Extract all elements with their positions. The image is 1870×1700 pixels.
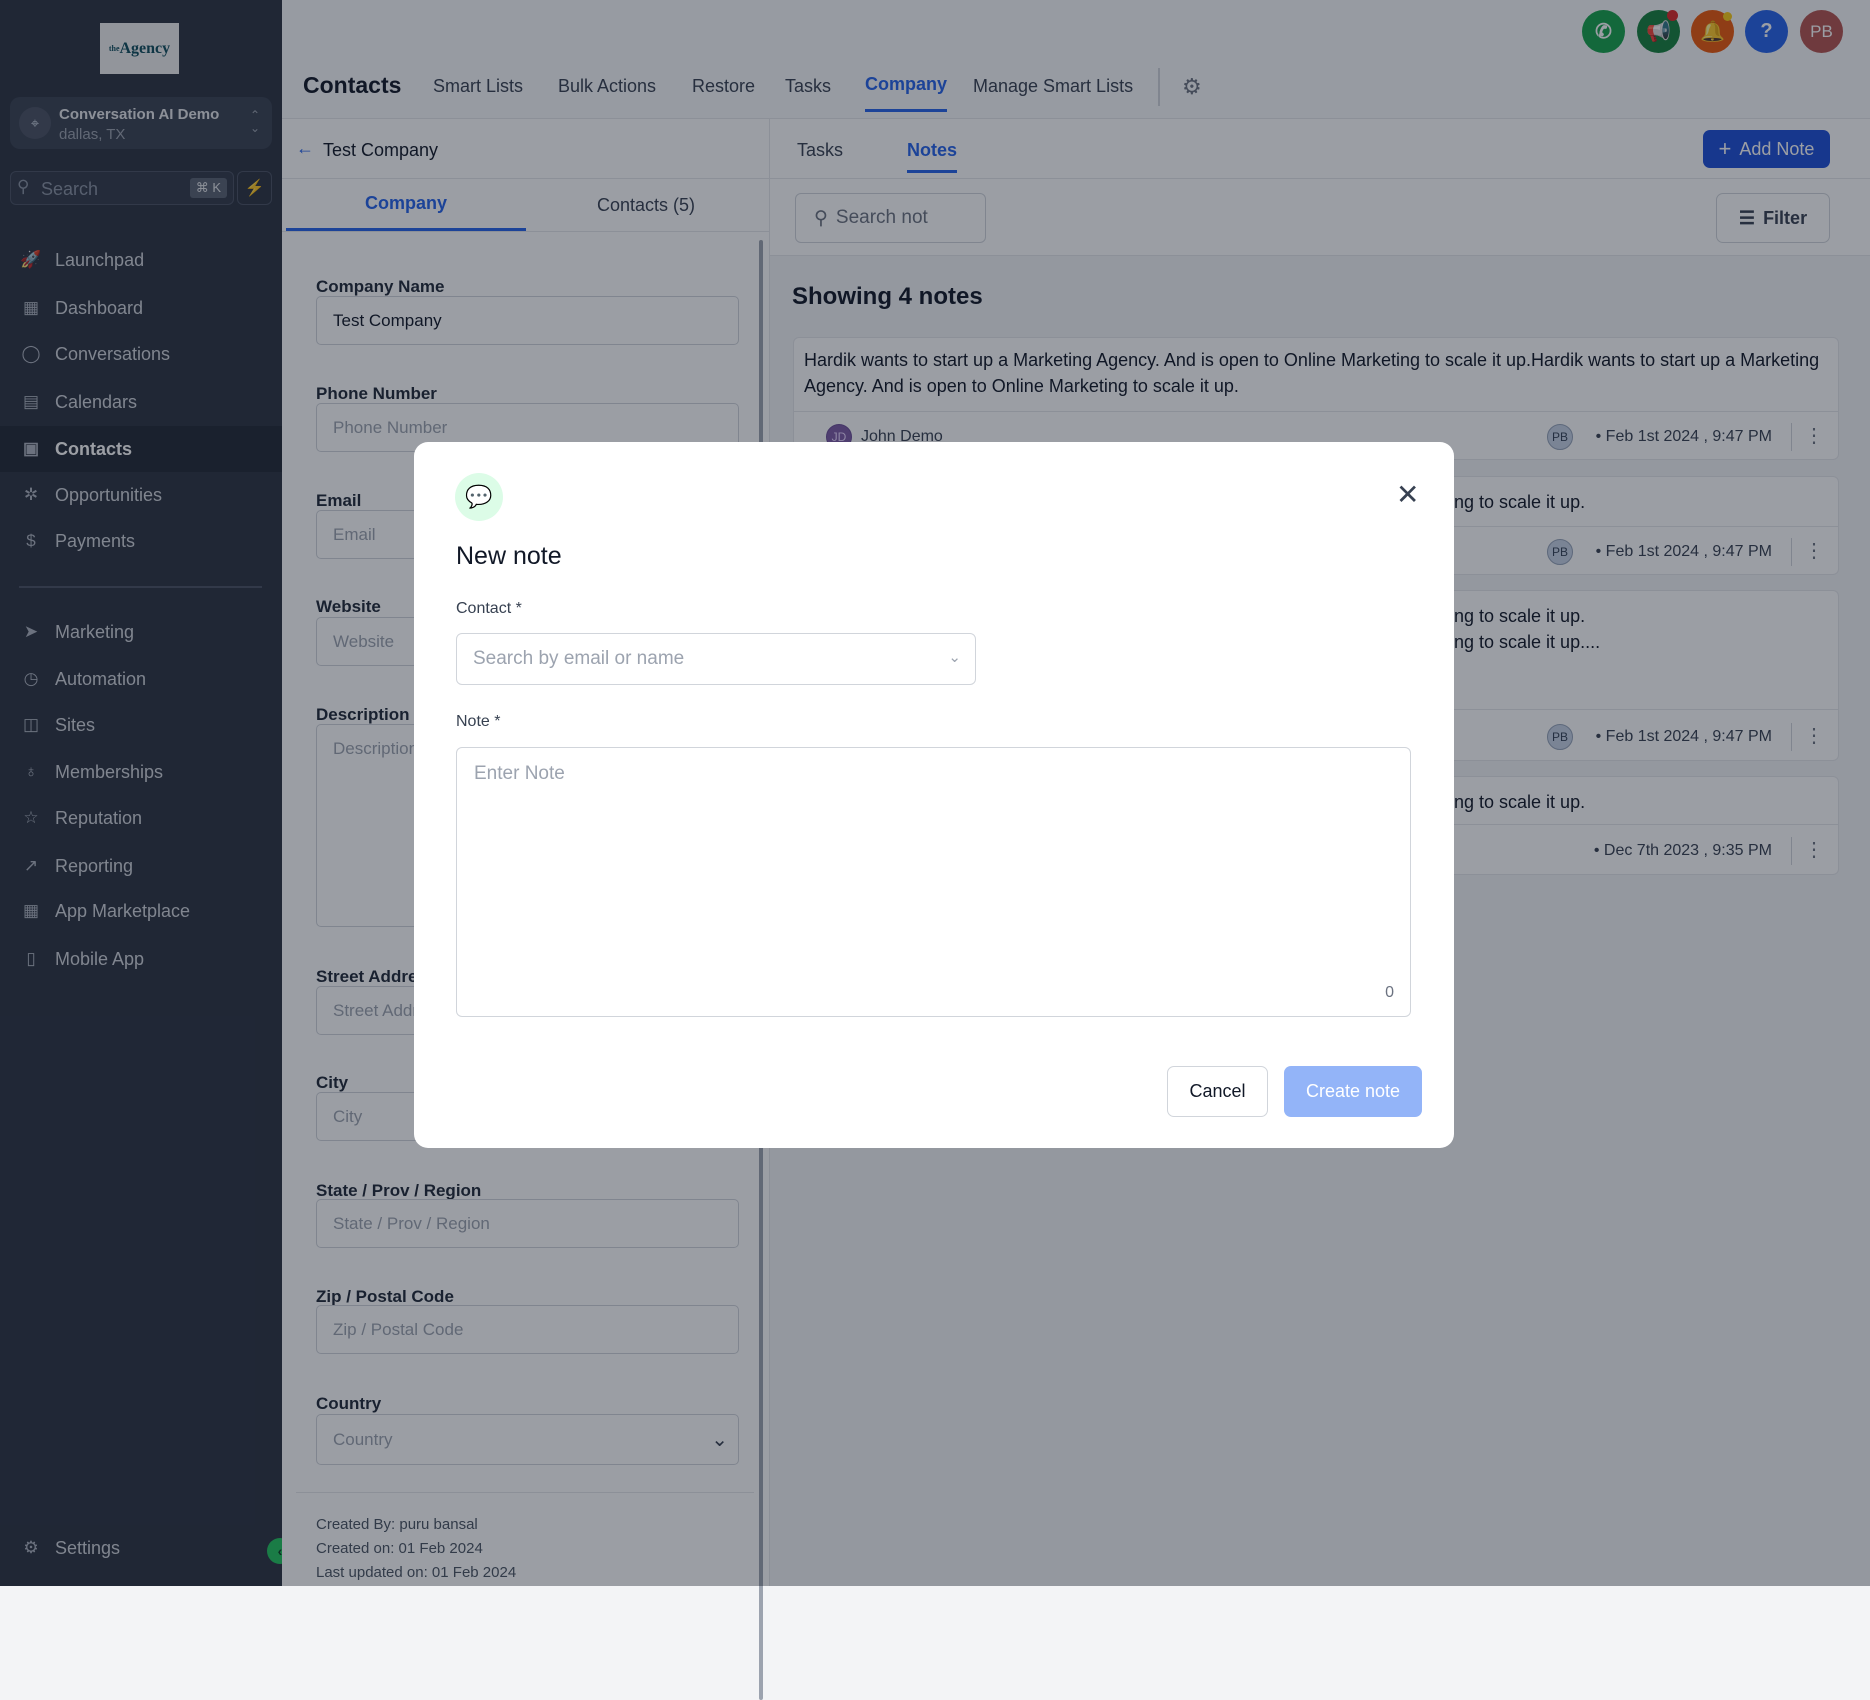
cancel-button[interactable]: Cancel [1167, 1066, 1268, 1117]
close-icon[interactable]: ✕ [1396, 478, 1419, 511]
contact-label: Contact * [456, 600, 522, 617]
note-chat-icon: 💬 [455, 473, 503, 521]
new-note-modal: 💬 New note ✕ Contact * Search by email o… [414, 442, 1454, 1148]
note-label: Note * [456, 713, 501, 730]
note-placeholder: Enter Note [474, 763, 565, 784]
chevron-down-icon: ⌄ [948, 649, 961, 666]
note-textarea[interactable]: Enter Note 0 [456, 747, 1411, 1017]
char-counter: 0 [1385, 984, 1394, 1001]
modal-title: New note [456, 542, 562, 570]
create-note-button[interactable]: Create note [1284, 1066, 1422, 1117]
contact-select[interactable]: Search by email or name ⌄ [456, 633, 976, 685]
